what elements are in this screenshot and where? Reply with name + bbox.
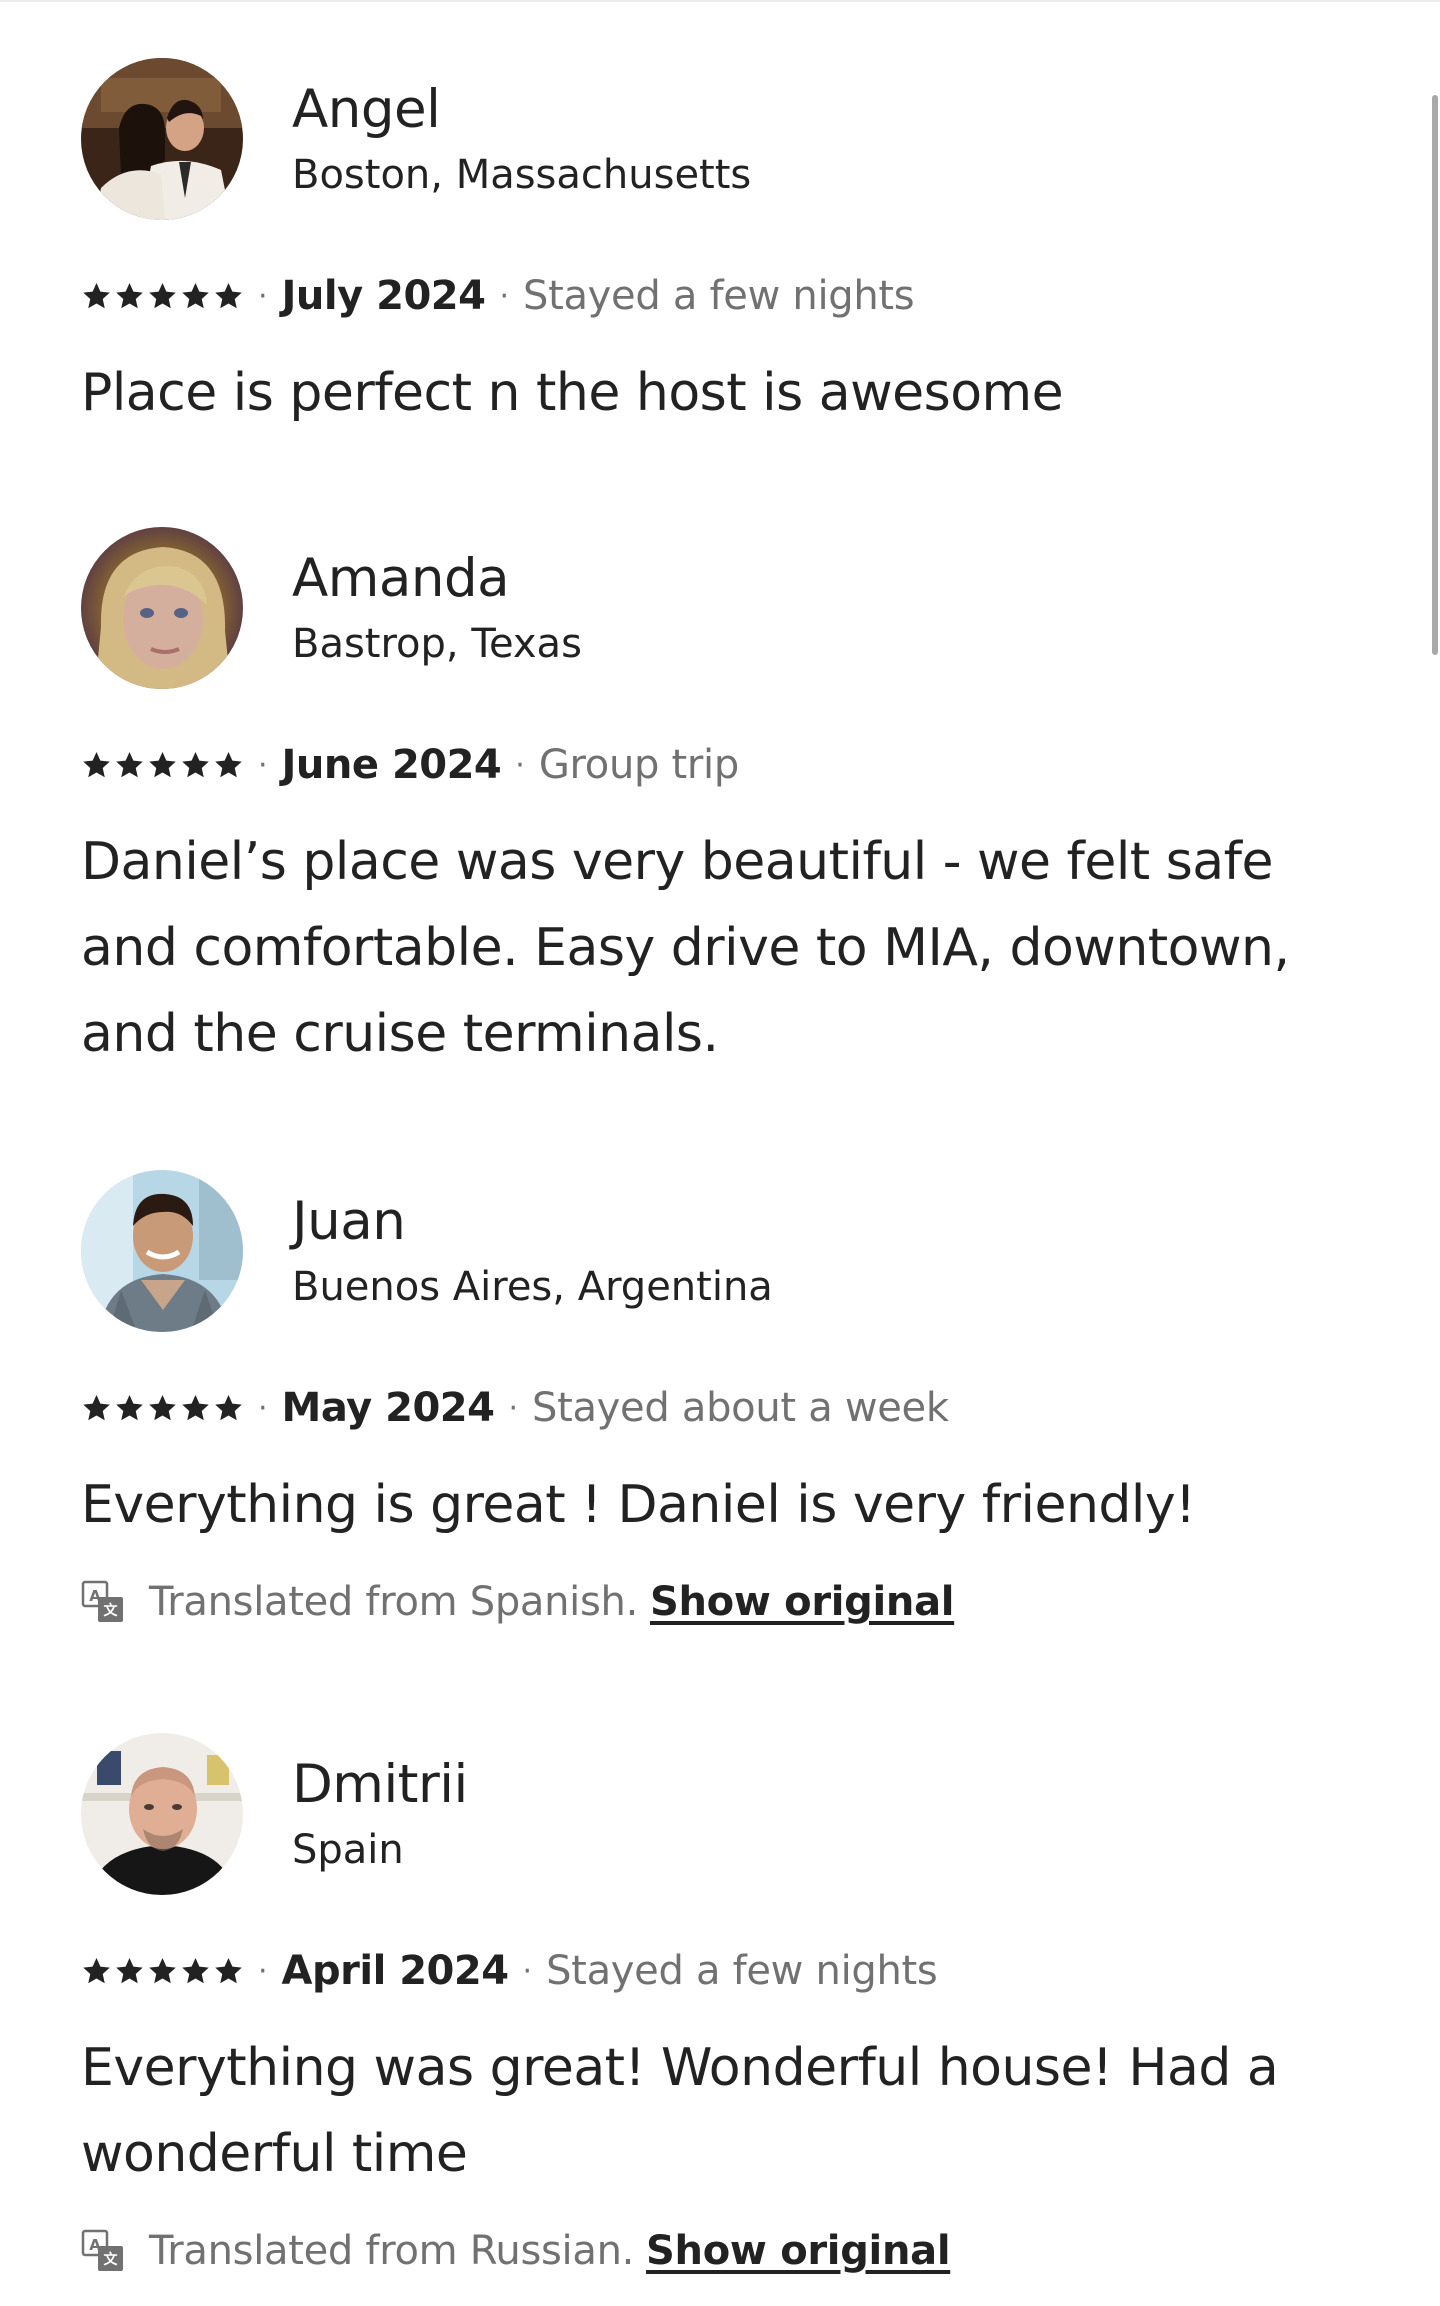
separator-dot: · (258, 1390, 268, 1426)
star-icon (149, 752, 176, 778)
star-icon (215, 1958, 242, 1984)
star-icon (83, 283, 110, 309)
review-card: Dmitrii Spain · April 2024 · Stayed a fe… (81, 1733, 1381, 2281)
separator-dot: · (258, 747, 268, 783)
translation-notice: A 文 Translated from Russian. Show origin… (81, 2221, 1381, 2281)
review-card: Juan Buenos Aires, Argentina · May 2024 … (81, 1170, 1381, 1632)
review-header: Angel Boston, Massachusetts (81, 58, 1381, 220)
top-divider (0, 0, 1440, 2)
review-text: Everything is great ! Daniel is very fri… (81, 1475, 1196, 1535)
star-icon (215, 1395, 242, 1421)
review-meta: · July 2024 · Stayed a few nights (81, 268, 1381, 324)
review-text: Daniel’s place was very beautiful - we f… (81, 832, 1290, 1064)
review-header: Amanda Bastrop, Texas (81, 527, 1381, 689)
reviewer-info: Juan Buenos Aires, Argentina (292, 1189, 773, 1313)
star-rating (81, 1956, 244, 1986)
review-date: May 2024 (281, 1385, 495, 1431)
star-icon (83, 1958, 110, 1984)
separator-dot: · (258, 278, 268, 314)
star-icon (116, 752, 143, 778)
reviewer-name: Juan (292, 1191, 406, 1252)
star-icon (116, 283, 143, 309)
star-icon (116, 1958, 143, 1984)
scrollbar[interactable] (1432, 95, 1438, 655)
review-header: Dmitrii Spain (81, 1733, 1381, 1895)
review-text: Everything was great! Wonderful house! H… (81, 2038, 1279, 2184)
show-original-link[interactable]: Show original (646, 2228, 950, 2274)
star-rating (81, 750, 244, 780)
separator-dot: · (522, 1953, 533, 1989)
reviewer-info: Amanda Bastrop, Texas (292, 546, 582, 670)
reviewer-name: Amanda (292, 548, 510, 609)
trip-type: Group trip (538, 742, 739, 788)
review-header: Juan Buenos Aires, Argentina (81, 1170, 1381, 1332)
svg-text:文: 文 (104, 2251, 119, 2268)
review-date: June 2024 (281, 742, 502, 788)
star-icon (149, 1958, 176, 1984)
reviews-page: Angel Boston, Massachusetts · July 2024 … (0, 0, 1440, 2306)
translate-icon: A 文 (81, 2229, 123, 2271)
separator-dot: · (508, 1390, 518, 1426)
reviewer-info: Angel Boston, Massachusetts (292, 77, 751, 201)
star-icon (149, 1395, 176, 1421)
avatar[interactable] (81, 527, 243, 689)
review-meta: · June 2024 · Group trip (81, 737, 1381, 793)
trip-type: Stayed a few nights (546, 1948, 938, 1994)
reviewer-location: Boston, Massachusetts (292, 152, 752, 198)
review-date: July 2024 (281, 273, 486, 319)
review-meta: · May 2024 · Stayed about a week (81, 1380, 1381, 1436)
separator-dot: · (515, 747, 525, 783)
star-icon (149, 283, 176, 309)
star-icon (83, 752, 110, 778)
star-icon (215, 283, 242, 309)
translation-notice: A 文 Translated from Spanish. Show origin… (81, 1572, 1381, 1632)
star-rating (81, 1393, 244, 1423)
translation-note: Translated from Spanish. (149, 1579, 638, 1625)
separator-dot: · (499, 278, 509, 314)
review-card: Amanda Bastrop, Texas · June 2024 · Grou… (81, 527, 1381, 1077)
star-icon (182, 1395, 209, 1421)
avatar[interactable] (81, 1170, 243, 1332)
star-icon (182, 1958, 209, 1984)
star-icon (182, 283, 209, 309)
review-text: Place is perfect n the host is awesome (81, 363, 1064, 423)
review-meta: · April 2024 · Stayed a few nights (81, 1943, 1381, 1999)
trip-type: Stayed about a week (532, 1385, 949, 1431)
reviewer-name: Angel (292, 79, 441, 140)
separator-dot: · (258, 1953, 268, 1989)
reviewer-location: Buenos Aires, Argentina (292, 1264, 773, 1310)
reviewer-location: Spain (292, 1827, 404, 1873)
avatar[interactable] (81, 1733, 243, 1895)
reviewer-location: Bastrop, Texas (292, 621, 582, 667)
review-date: April 2024 (281, 1948, 510, 1994)
show-original-link[interactable]: Show original (650, 1579, 954, 1625)
svg-text:文: 文 (104, 1602, 119, 1619)
translation-note: Translated from Russian. (149, 2228, 635, 2274)
star-icon (83, 1395, 110, 1421)
reviewer-info: Dmitrii Spain (292, 1752, 468, 1876)
trip-type: Stayed a few nights (523, 273, 915, 319)
translate-icon: A 文 (81, 1580, 123, 1622)
star-icon (215, 752, 242, 778)
avatar[interactable] (81, 58, 243, 220)
star-icon (116, 1395, 143, 1421)
star-icon (182, 752, 209, 778)
reviewer-name: Dmitrii (292, 1754, 468, 1815)
star-rating (81, 281, 244, 311)
review-card: Angel Boston, Massachusetts · July 2024 … (81, 58, 1381, 436)
